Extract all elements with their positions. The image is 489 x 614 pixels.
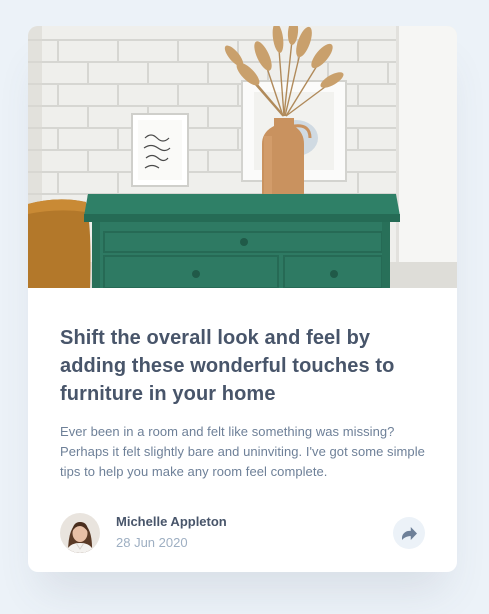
article-title[interactable]: Shift the overall look and feel by addin… (60, 324, 425, 408)
avatar (60, 513, 100, 553)
share-button[interactable] (393, 517, 425, 549)
article-hero-image (28, 26, 457, 288)
publish-date: 28 Jun 2020 (116, 535, 188, 550)
article-excerpt: Ever been in a room and felt like someth… (60, 424, 425, 479)
share-icon (401, 526, 417, 540)
author-row: Michelle Appleton 28 Jun 2020 (60, 513, 425, 553)
article-content: Shift the overall look and feel by addin… (28, 288, 457, 482)
author-meta: Michelle Appleton 28 Jun 2020 (116, 513, 393, 553)
article-preview-card: Shift the overall look and feel by addin… (28, 26, 457, 572)
author-name: Michelle Appleton (116, 514, 227, 529)
